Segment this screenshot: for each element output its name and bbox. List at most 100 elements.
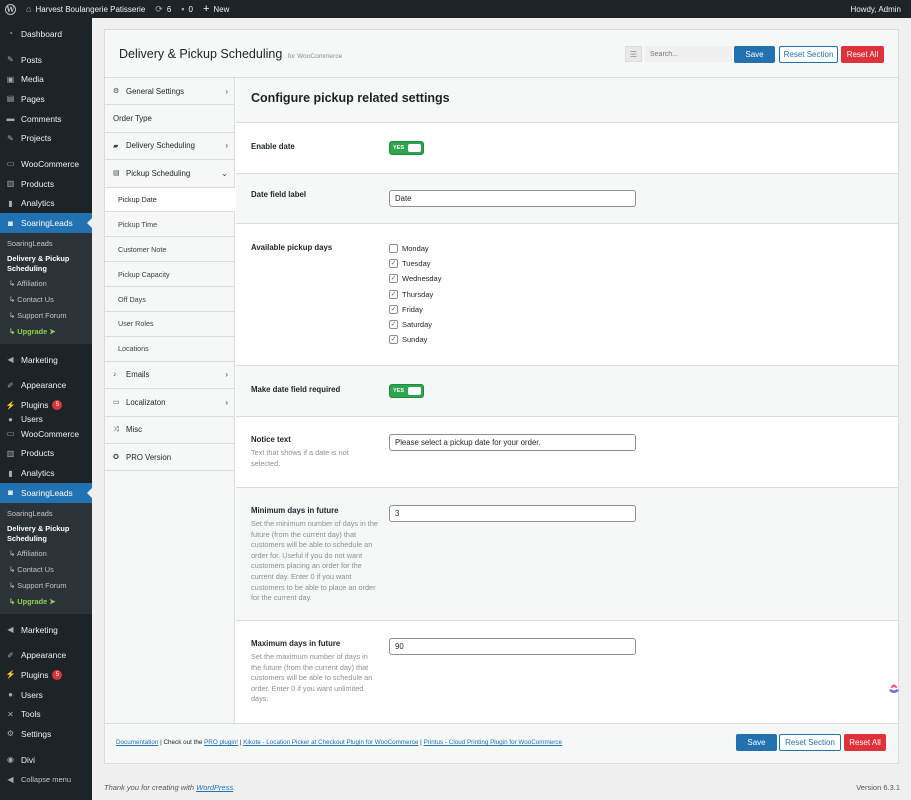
day-checkbox-sunday[interactable]: ✓ Sunday	[389, 332, 427, 347]
menu-users[interactable]: ● Users	[0, 415, 92, 424]
menu-pages[interactable]: ▤ Pages	[0, 89, 92, 109]
submenu-affiliation[interactable]: ↳ Affiliation	[0, 276, 92, 292]
updates-link[interactable]: ⟳ 6	[150, 0, 176, 18]
checkbox-checked[interactable]: ✓	[389, 335, 398, 344]
menu-media[interactable]: ▣ Media	[0, 69, 92, 89]
footer-reset-section-button[interactable]: Reset Section	[779, 734, 841, 751]
menu-analytics[interactable]: ▮ Analytics	[0, 194, 92, 214]
subtab-off-days[interactable]: Off Days	[105, 287, 234, 313]
submenu-delivery-pickup[interactable]: Delivery & Pickup Scheduling	[0, 522, 92, 546]
day-checkbox-friday[interactable]: ✓ Friday	[389, 302, 423, 317]
howdy-text: Howdy, Admin	[850, 4, 901, 14]
menu-plugins[interactable]: ⚡ Plugins 5	[0, 395, 92, 415]
menu-posts[interactable]: ✎ Posts	[0, 50, 92, 70]
reset-section-button[interactable]: Reset Section	[779, 46, 838, 63]
subtab-user-roles[interactable]: User Roles	[105, 312, 234, 337]
menu-products-2[interactable]: ▥ Products	[0, 444, 92, 464]
tab-delivery-scheduling[interactable]: ▰ Delivery Scheduling ›	[105, 133, 234, 161]
day-checkbox-tuesday[interactable]: ✓ Tuesday	[389, 256, 431, 271]
menu-dashboard[interactable]: ◔ Dashboard	[0, 24, 92, 44]
wp-logo-menu[interactable]: W	[0, 0, 21, 18]
subtab-pickup-capacity[interactable]: Pickup Capacity	[105, 262, 234, 288]
enable-date-toggle[interactable]: YES	[389, 141, 424, 155]
printus-link[interactable]: Printus - Cloud Printing Plugin for WooC…	[424, 739, 562, 746]
menu-appearance-2[interactable]: ✐ Appearance	[0, 645, 92, 665]
date-field-label-input[interactable]	[389, 190, 636, 207]
menu-soaringleads[interactable]: ◙ SoaringLeads	[0, 213, 92, 233]
checkbox-checked[interactable]: ✓	[389, 305, 398, 314]
menu-users-2[interactable]: ● Users	[0, 685, 92, 705]
submenu-soaringleads[interactable]: SoaringLeads	[0, 236, 92, 252]
menu-label: WooCommerce	[21, 428, 80, 439]
my-account-link[interactable]: Howdy, Admin	[845, 0, 911, 18]
subtab-pickup-time[interactable]: Pickup Time	[105, 212, 234, 238]
wordpress-link[interactable]: WordPress	[196, 783, 233, 792]
menu-marketing[interactable]: ◀ Marketing	[0, 350, 92, 370]
submenu-contact[interactable]: ↳ Contact Us	[0, 562, 92, 578]
submenu-upgrade[interactable]: ↳ Upgrade ➤	[0, 324, 92, 340]
collapse-menu-button[interactable]: ◀ Collapse menu	[0, 770, 92, 790]
min-days-input[interactable]	[389, 505, 636, 522]
checkbox[interactable]	[389, 244, 398, 253]
menu-analytics-2[interactable]: ▮ Analytics	[0, 463, 92, 483]
pro-plugin-link[interactable]: PRO plugin!	[204, 739, 238, 746]
notice-text-input[interactable]	[389, 434, 636, 451]
menu-products[interactable]: ▥ Products	[0, 174, 92, 194]
expand-toggle-button[interactable]: ☰	[625, 46, 642, 62]
menu-tools[interactable]: ✕ Tools	[0, 704, 92, 724]
menu-settings[interactable]: ⚙ Settings	[0, 724, 92, 744]
menu-divi[interactable]: ◉ Divi	[0, 750, 92, 770]
reset-all-button[interactable]: Reset All	[841, 46, 884, 63]
menu-woocommerce-2[interactable]: ▭ WooCommerce	[0, 424, 92, 444]
tab-localization[interactable]: ▭ Localizaton ›	[105, 389, 234, 417]
kikote-link[interactable]: Kikote - Location Picker at Checkout Plu…	[243, 739, 418, 746]
truck-icon: ▰	[113, 142, 119, 150]
subtab-locations[interactable]: Locations	[105, 336, 234, 362]
menu-projects[interactable]: ✎ Projects	[0, 128, 92, 148]
menu-woocommerce[interactable]: ▭ WooCommerce	[0, 154, 92, 174]
new-content-link[interactable]: + New	[198, 0, 234, 18]
tab-order-type[interactable]: Order Type	[105, 105, 234, 133]
checkbox-checked[interactable]: ✓	[389, 259, 398, 268]
checkbox-checked[interactable]: ✓	[389, 274, 398, 283]
day-checkbox-thursday[interactable]: ✓ Thursday	[389, 287, 433, 302]
menu-marketing-2[interactable]: ◀ Marketing	[0, 620, 92, 640]
day-checkbox-wednesday[interactable]: ✓ Wednesday	[389, 271, 441, 286]
submenu-support[interactable]: ↳ Support Forum	[0, 578, 92, 594]
menu-plugins-2[interactable]: ⚡ Plugins 5	[0, 665, 92, 685]
menu-comments[interactable]: ▬ Comments	[0, 109, 92, 129]
checkbox-checked[interactable]: ✓	[389, 290, 398, 299]
submenu-affiliation[interactable]: ↳ Affiliation	[0, 546, 92, 562]
menu-appearance[interactable]: ✐ Appearance	[0, 376, 92, 396]
documentation-link[interactable]: Documentation	[116, 739, 158, 746]
tab-emails[interactable]: ♪ Emails ›	[105, 362, 234, 390]
site-name-link[interactable]: ⌂ Harvest Boulangerie Patisserie	[21, 0, 150, 18]
submenu-support[interactable]: ↳ Support Forum	[0, 308, 92, 324]
tab-pro-version[interactable]: ✪ PRO Version	[105, 444, 234, 472]
tab-pickup-scheduling[interactable]: ▤ Pickup Scheduling ⌄	[105, 160, 234, 188]
clickup-logo-icon[interactable]	[887, 682, 901, 696]
setting-date-label: Date field label	[236, 174, 898, 224]
submenu-contact[interactable]: ↳ Contact Us	[0, 292, 92, 308]
checkbox-checked[interactable]: ✓	[389, 320, 398, 329]
footer-save-button[interactable]: Save	[736, 734, 777, 751]
tab-misc[interactable]: ⤨ Misc	[105, 417, 234, 444]
menu-soaringleads-2[interactable]: ◙ SoaringLeads	[0, 483, 92, 503]
submenu-soaringleads[interactable]: SoaringLeads	[0, 506, 92, 522]
day-checkbox-saturday[interactable]: ✓ Saturday	[389, 317, 432, 332]
max-days-input[interactable]	[389, 638, 636, 655]
date-required-toggle[interactable]: YES	[389, 384, 424, 398]
panel-footer: Documentation | Check out the PRO plugin…	[105, 723, 898, 763]
subtab-pickup-date[interactable]: Pickup Date	[105, 187, 235, 213]
day-checkbox-monday[interactable]: Monday	[389, 241, 429, 256]
page-icon: ▤	[6, 94, 15, 104]
subtab-customer-note[interactable]: Customer Note	[105, 237, 234, 263]
search-input[interactable]	[645, 46, 732, 62]
submenu-delivery-pickup[interactable]: Delivery & Pickup Scheduling	[0, 252, 92, 276]
comments-link[interactable]: ▪ 0	[176, 0, 198, 18]
submenu-upgrade[interactable]: ↳ Upgrade ➤	[0, 594, 92, 610]
new-label: New	[213, 4, 230, 14]
footer-reset-all-button[interactable]: Reset All	[844, 734, 886, 751]
save-button[interactable]: Save	[734, 46, 775, 63]
tab-general-settings[interactable]: ⚙ General Settings ›	[105, 78, 234, 106]
